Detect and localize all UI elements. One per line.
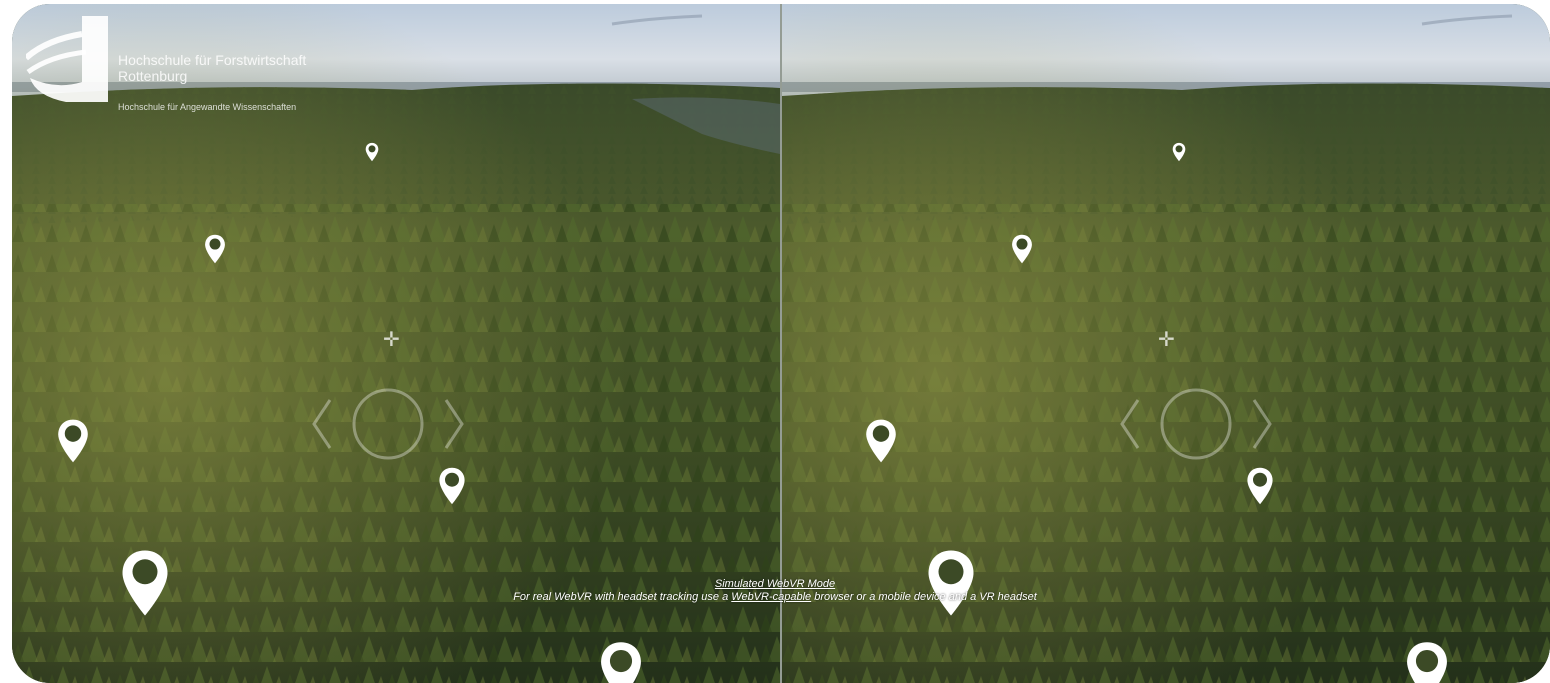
- crosshair-icon: ✛: [383, 329, 400, 351]
- map-pin-icon[interactable]: [56, 418, 90, 464]
- chevron-left-icon: [1120, 399, 1140, 449]
- webvr-notice-title[interactable]: Simulated WebVR Mode: [715, 578, 835, 590]
- hfr-logo: Hochschule für Forstwirtschaft Rottenbur…: [23, 16, 356, 112]
- chevron-right-icon: [444, 399, 464, 449]
- crosshair-icon: ✛: [1158, 329, 1175, 351]
- notice-text-after: browser or a mobile device and a VR head…: [811, 591, 1037, 603]
- logo-line1: Hochschule für Forstwirtschaft: [118, 52, 307, 68]
- vr-nav-controls[interactable]: [308, 386, 468, 462]
- map-pin-icon[interactable]: [864, 418, 898, 464]
- webvr-notice: Simulated WebVR Mode For real WebVR with…: [0, 578, 1550, 604]
- map-pin-icon[interactable]: [365, 142, 379, 162]
- map-pin-icon[interactable]: [1011, 233, 1033, 265]
- chevron-right-icon: [1252, 399, 1272, 449]
- vr-nav-controls[interactable]: [1116, 386, 1276, 462]
- hfr-logo-mark: [23, 16, 108, 102]
- map-pin-icon[interactable]: [1400, 640, 1454, 683]
- logo-subtitle: Hochschule für Angewandte Wissenschaften: [118, 102, 297, 112]
- map-pin-icon[interactable]: [594, 640, 648, 683]
- map-pin-icon[interactable]: [438, 466, 466, 506]
- map-pin-icon[interactable]: [1172, 142, 1186, 162]
- webvr-notice-text: For real WebVR with headset tracking use…: [0, 591, 1550, 604]
- logo-wordmark: Hochschule für Forstwirtschaft Rottenbur…: [118, 52, 306, 84]
- logo-line2: Rottenburg: [118, 68, 188, 84]
- gyro-circle-icon: [1160, 388, 1232, 460]
- chevron-left-icon: [312, 399, 332, 449]
- gyro-circle-icon: [352, 388, 424, 460]
- webvr-capable-link[interactable]: WebVR-capable: [731, 591, 811, 603]
- map-pin-icon[interactable]: [204, 233, 226, 265]
- map-pin-icon[interactable]: [1246, 466, 1274, 506]
- notice-text-before: For real WebVR with headset tracking use…: [513, 591, 732, 603]
